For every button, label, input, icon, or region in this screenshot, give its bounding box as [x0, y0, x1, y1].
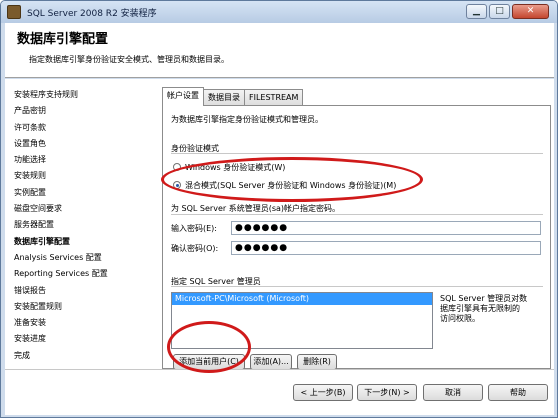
sidebar-step: 数据库引擎配置	[14, 236, 70, 246]
sidebar-step: 设置角色	[14, 138, 46, 148]
password-field[interactable]: ●●●●●●	[231, 221, 541, 235]
tab-filestream[interactable]: FILESTREAM	[244, 89, 304, 106]
page-subtitle: 指定数据库引擎身份验证安全模式、管理员和数据目录。	[29, 55, 229, 64]
page-title: 数据库引擎配置	[17, 32, 109, 47]
sidebar-step: 产品密钥	[14, 106, 46, 116]
admins-note-line-1: SQL Server 管理员对数	[440, 294, 528, 303]
divider	[171, 286, 543, 287]
sidebar-step: 完成	[14, 350, 30, 360]
sidebar-step: 服务器配置	[14, 220, 54, 230]
installer-window: SQL Server 2008 R2 安装程序 ▁ □ ✕ 数据库引擎配置 指定…	[0, 0, 558, 418]
password-label: 输入密码(E):	[171, 224, 217, 233]
sidebar-step: 许可条款	[14, 122, 46, 132]
sidebar-step: 安装规则	[14, 171, 46, 181]
sidebar-step: 安装配置规则	[14, 301, 62, 311]
sidebar-step: 准备安装	[14, 318, 46, 328]
admins-list[interactable]: Microsoft-PC\Microsoft (Microsoft)	[171, 292, 433, 349]
sidebar-step: Analysis Services 配置	[14, 252, 102, 262]
window-title: SQL Server 2008 R2 安装程序	[27, 9, 157, 19]
footer-bar: < 上一步(B) 下一步(N) > 取消 帮助	[5, 369, 554, 415]
sidebar-step: 磁盘空间要求	[14, 204, 62, 214]
sidebar-step: 安装程序支持规则	[14, 90, 78, 99]
minimize-icon[interactable]: ▁	[466, 4, 487, 19]
content-area: 安装程序支持规则 产品密钥许可条款设置角色功能选择安装规则实例配置磁盘空间要求 服务…	[5, 79, 554, 415]
next-button[interactable]: 下一步(N) >	[357, 384, 417, 401]
steps-sidebar: 安装程序支持规则 产品密钥许可条款设置角色功能选择安装规则实例配置磁盘空间要求 服务…	[5, 79, 155, 369]
mixed-mode-label[interactable]: 混合模式(SQL Server 身份验证和 Windows 身份验证)(M)	[185, 180, 396, 191]
sidebar-step: 错误报告	[14, 285, 46, 295]
windows-auth-radio[interactable]	[173, 163, 181, 171]
back-button[interactable]: < 上一步(B)	[293, 384, 353, 401]
sql-server-app-icon	[7, 5, 21, 19]
add-button[interactable]: 添加(A)...	[250, 354, 292, 370]
title-bar[interactable]: SQL Server 2008 R2 安装程序 ▁ □ ✕	[1, 1, 557, 23]
windows-auth-label[interactable]: Windows 身份验证模式(W)	[185, 162, 285, 173]
tab-data-directories[interactable]: 数据目录	[203, 89, 245, 106]
page-header: 数据库引擎配置 指定数据库引擎身份验证安全模式、管理员和数据目录。	[5, 23, 554, 78]
maximize-icon[interactable]: □	[489, 4, 510, 19]
sidebar-step: Reporting Services 配置	[14, 269, 108, 279]
cancel-button[interactable]: 取消	[423, 384, 483, 401]
confirm-password-field[interactable]: ●●●●●●	[231, 241, 541, 255]
remove-button[interactable]: 删除(R)	[297, 354, 337, 370]
add-current-user-button[interactable]: 添加当前用户(C)	[173, 354, 245, 370]
confirm-password-label: 确认密码(O):	[171, 244, 219, 253]
sidebar-step: 实例配置	[14, 187, 46, 197]
tab-account-settings[interactable]: 帐户设置	[162, 87, 204, 106]
config-panel: 帐户设置 数据目录 FILESTREAM 为数据库引擎指定身份验证模式和管理员。…	[162, 87, 551, 370]
intro-text: 为数据库引擎指定身份验证模式和管理员。	[171, 115, 323, 124]
sidebar-step: 功能选择	[14, 155, 46, 165]
admins-note-line-2: 据库引擎具有无限制的	[440, 304, 520, 313]
admins-note-line-3: 访问权限。	[440, 314, 480, 323]
sa-password-note: 为 SQL Server 系统管理员(sa)帐户指定密码。	[171, 204, 341, 213]
divider	[171, 214, 543, 215]
help-button[interactable]: 帮助	[488, 384, 548, 401]
sidebar-step: 安装进度	[14, 334, 46, 344]
account-settings-page: 为数据库引擎指定身份验证模式和管理员。 身份验证模式 Windows 身份验证模…	[162, 105, 551, 370]
divider	[171, 153, 543, 154]
list-item[interactable]: Microsoft-PC\Microsoft (Microsoft)	[172, 293, 432, 305]
mixed-mode-radio[interactable]	[173, 181, 181, 189]
close-icon[interactable]: ✕	[512, 4, 549, 19]
tab-strip: 帐户设置 数据目录 FILESTREAM	[162, 87, 304, 106]
